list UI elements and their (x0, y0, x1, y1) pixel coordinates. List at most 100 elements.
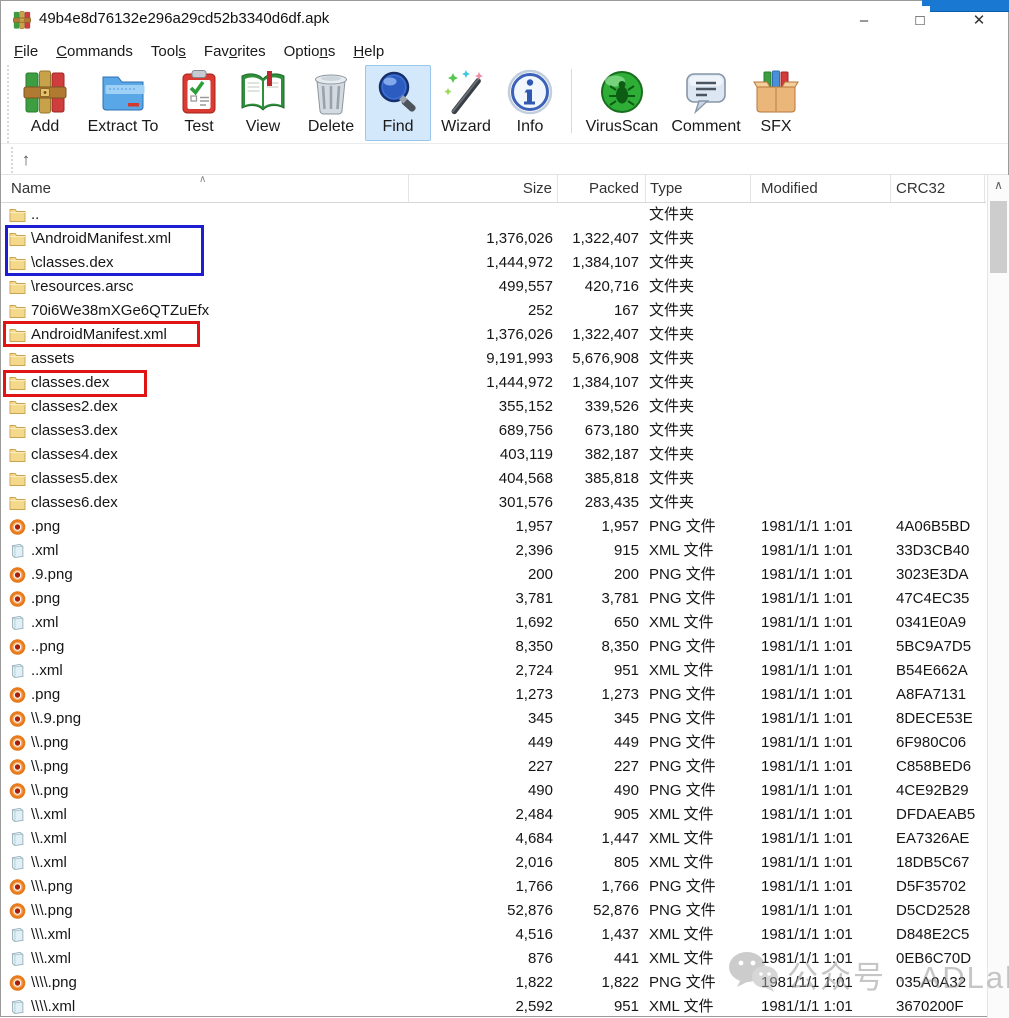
file-type: XML 文件 (649, 947, 713, 971)
scrollbar-thumb[interactable] (990, 201, 1007, 273)
file-row[interactable]: assets9,191,9935,676,908文件夹 (1, 347, 986, 371)
menu-commands[interactable]: Commands (47, 39, 142, 65)
column-header-type[interactable]: Type (646, 175, 751, 202)
file-row[interactable]: \AndroidManifest.xml1,376,0261,322,407文件… (1, 227, 986, 251)
file-row[interactable]: \\.png449449PNG 文件1981/1/1 1:016F980C06 (1, 731, 986, 755)
test-icon (175, 68, 223, 116)
file-crc32: 3670200F (896, 995, 964, 1018)
file-modified: 1981/1/1 1:01 (761, 779, 853, 803)
file-row[interactable]: .png3,7813,781PNG 文件1981/1/1 1:0147C4EC3… (1, 587, 986, 611)
file-packed: 8,350 (558, 635, 639, 659)
view-button[interactable]: View (229, 65, 297, 141)
file-size: 1,957 (409, 515, 553, 539)
file-crc32: 5BC9A7D5 (896, 635, 971, 659)
up-one-level-button[interactable]: ↑ (11, 147, 39, 173)
file-row[interactable]: classes2.dex355,152339,526文件夹 (1, 395, 986, 419)
file-row[interactable]: classes.dex1,444,9721,384,107文件夹 (1, 371, 986, 395)
file-row[interactable]: \\\\.xml2,592951XML 文件1981/1/1 1:0136702… (1, 995, 986, 1018)
file-row[interactable]: classes6.dex301,576283,435文件夹 (1, 491, 986, 515)
file-size: 1,822 (409, 971, 553, 995)
file-row[interactable]: \\\\.png1,8221,822PNG 文件1981/1/1 1:01035… (1, 971, 986, 995)
file-type: 文件夹 (649, 227, 694, 251)
file-row[interactable]: \\.xml2,016805XML 文件1981/1/1 1:0118DB5C6… (1, 851, 986, 875)
external-window-edge-notch (922, 0, 932, 6)
file-crc32: 0EB6C70D (896, 947, 971, 971)
extract-button[interactable]: Extract To (77, 65, 169, 141)
file-row[interactable]: .xml2,396915XML 文件1981/1/1 1:0133D3CB40 (1, 539, 986, 563)
sfx-button[interactable]: SFX (748, 65, 804, 141)
column-header-crc32[interactable]: CRC32 (891, 175, 985, 202)
vertical-scrollbar[interactable]: ∧ (987, 175, 1009, 1018)
delete-button[interactable]: Delete (297, 65, 365, 141)
file-row[interactable]: \\.xml2,484905XML 文件1981/1/1 1:01DFDAEAB… (1, 803, 986, 827)
menu-file[interactable]: File (5, 39, 47, 65)
file-row[interactable]: \\.png490490PNG 文件1981/1/1 1:014CE92B29 (1, 779, 986, 803)
add-button[interactable]: Add (13, 65, 77, 141)
file-row[interactable]: .9.png200200PNG 文件1981/1/1 1:013023E3DA (1, 563, 986, 587)
file-row[interactable]: \\\.xml876441XML 文件1981/1/1 1:010EB6C70D (1, 947, 986, 971)
file-modified: 1981/1/1 1:01 (761, 515, 853, 539)
file-row[interactable]: \\\.xml4,5161,437XML 文件1981/1/1 1:01D848… (1, 923, 986, 947)
file-crc32: 0341E0A9 (896, 611, 966, 635)
find-button[interactable]: Find (365, 65, 431, 141)
file-row[interactable]: \\.png227227PNG 文件1981/1/1 1:01C858BED6 (1, 755, 986, 779)
file-type: 文件夹 (649, 395, 694, 419)
virusscan-button[interactable]: VirusScan (580, 65, 664, 141)
info-button[interactable]: Info (501, 65, 559, 141)
file-packed: 1,957 (558, 515, 639, 539)
file-row[interactable]: .png1,2731,273PNG 文件1981/1/1 1:01A8FA713… (1, 683, 986, 707)
file-modified: 1981/1/1 1:01 (761, 899, 853, 923)
file-packed: 227 (558, 755, 639, 779)
file-name: classes2.dex (31, 395, 118, 419)
file-modified: 1981/1/1 1:01 (761, 803, 853, 827)
window-title: 49b4e8d76132e296a29cd52b3340d6df.apk (39, 10, 329, 27)
file-row[interactable]: \\.9.png345345PNG 文件1981/1/1 1:018DECE53… (1, 707, 986, 731)
file-name: 70i6We38mXGe6QTZuEfx (31, 299, 209, 323)
minimize-button[interactable]: – (841, 7, 887, 35)
menu-options[interactable]: Options (275, 39, 345, 65)
file-name: \\\\.png (31, 971, 77, 995)
file-type: PNG 文件 (649, 563, 716, 587)
file-row[interactable]: 70i6We38mXGe6QTZuEfx252167文件夹 (1, 299, 986, 323)
file-row[interactable]: \\\.png1,7661,766PNG 文件1981/1/1 1:01D5F3… (1, 875, 986, 899)
file-row[interactable]: AndroidManifest.xml1,376,0261,322,407文件夹 (1, 323, 986, 347)
file-row[interactable]: .xml1,692650XML 文件1981/1/1 1:010341E0A9 (1, 611, 986, 635)
file-row[interactable]: ..文件夹 (1, 203, 986, 227)
file-name: .xml (31, 611, 59, 635)
sort-ascending-icon: ∧ (199, 175, 206, 185)
menu-favorites[interactable]: Favorites (195, 39, 275, 65)
sfx-icon (752, 68, 800, 116)
file-packed: 200 (558, 563, 639, 587)
file-row[interactable]: ..xml2,724951XML 文件1981/1/1 1:01B54E662A (1, 659, 986, 683)
file-name: \\\.png (31, 899, 73, 923)
file-packed: 1,437 (558, 923, 639, 947)
file-size: 345 (409, 707, 553, 731)
file-row[interactable]: classes5.dex404,568385,818文件夹 (1, 467, 986, 491)
file-packed: 1,322,407 (558, 323, 639, 347)
column-header-packed[interactable]: Packed (558, 175, 646, 202)
scrollbar-up-arrow-icon[interactable]: ∧ (988, 175, 1009, 197)
file-row[interactable]: .png1,9571,957PNG 文件1981/1/1 1:014A06B5B… (1, 515, 986, 539)
file-row[interactable]: \\.xml4,6841,447XML 文件1981/1/1 1:01EA732… (1, 827, 986, 851)
file-packed: 1,447 (558, 827, 639, 851)
menu-tools[interactable]: Tools (142, 39, 195, 65)
file-packed: 1,384,107 (558, 371, 639, 395)
comment-button[interactable]: Comment (664, 65, 748, 141)
column-header-modified[interactable]: Modified (751, 175, 891, 202)
column-header-size[interactable]: Size (409, 175, 558, 202)
file-row[interactable]: ..png8,3508,350PNG 文件1981/1/1 1:015BC9A7… (1, 635, 986, 659)
toolbar-button-label: Delete (308, 118, 354, 136)
wizard-button[interactable]: Wizard (431, 65, 501, 141)
file-row[interactable]: \classes.dex1,444,9721,384,107文件夹 (1, 251, 986, 275)
file-type: 文件夹 (649, 467, 694, 491)
file-row[interactable]: classes3.dex689,756673,180文件夹 (1, 419, 986, 443)
file-row[interactable]: \resources.arsc499,557420,716文件夹 (1, 275, 986, 299)
menu-help[interactable]: Help (344, 39, 393, 65)
file-modified: 1981/1/1 1:01 (761, 539, 853, 563)
file-row[interactable]: classes4.dex403,119382,187文件夹 (1, 443, 986, 467)
file-name: ..xml (31, 659, 63, 683)
file-packed: 345 (558, 707, 639, 731)
test-button[interactable]: Test (169, 65, 229, 141)
file-size: 449 (409, 731, 553, 755)
file-row[interactable]: \\\.png52,87652,876PNG 文件1981/1/1 1:01D5… (1, 899, 986, 923)
